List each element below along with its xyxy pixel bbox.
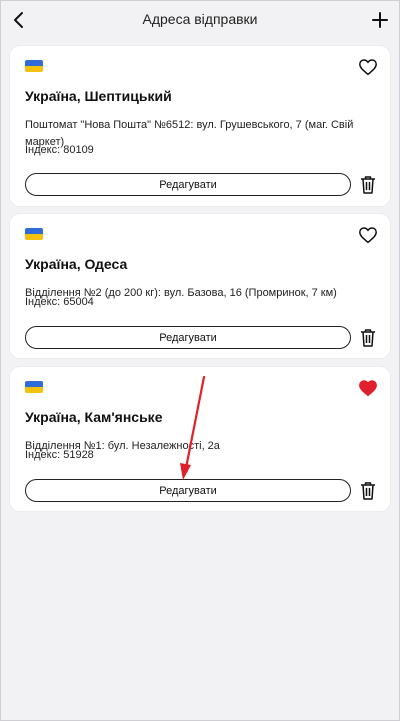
ukraine-flag-icon <box>25 228 43 240</box>
ukraine-flag-icon <box>25 60 43 72</box>
address-card: Україна, Одеса Відділення №2 (до 200 кг)… <box>10 214 390 358</box>
heart-icon[interactable] <box>358 58 378 76</box>
address-card: Україна, Шептицький Поштомат "Нова Пошта… <box>10 46 390 206</box>
header: Адреса відправки <box>0 0 400 40</box>
heart-filled-icon[interactable] <box>358 379 378 397</box>
address-city: Україна, Кам'янське <box>25 409 163 425</box>
address-index: Індекс: 65004 <box>25 296 94 308</box>
plus-icon[interactable] <box>370 10 390 30</box>
edit-button[interactable]: Редагувати <box>25 326 351 349</box>
address-index: Індекс: 80109 <box>25 144 94 156</box>
page-title: Адреса відправки <box>142 11 258 27</box>
edit-button[interactable]: Редагувати <box>25 479 351 502</box>
edit-button[interactable]: Редагувати <box>25 173 351 196</box>
address-city: Україна, Одеса <box>25 256 128 272</box>
address-index: Індекс: 51928 <box>25 449 94 461</box>
trash-icon[interactable] <box>360 328 376 347</box>
heart-icon[interactable] <box>358 226 378 244</box>
address-city: Україна, Шептицький <box>25 88 172 104</box>
ukraine-flag-icon <box>25 381 43 393</box>
trash-icon[interactable] <box>360 175 376 194</box>
trash-icon[interactable] <box>360 481 376 500</box>
address-card: Україна, Кам'янське Відділення №1: бул. … <box>10 367 390 511</box>
